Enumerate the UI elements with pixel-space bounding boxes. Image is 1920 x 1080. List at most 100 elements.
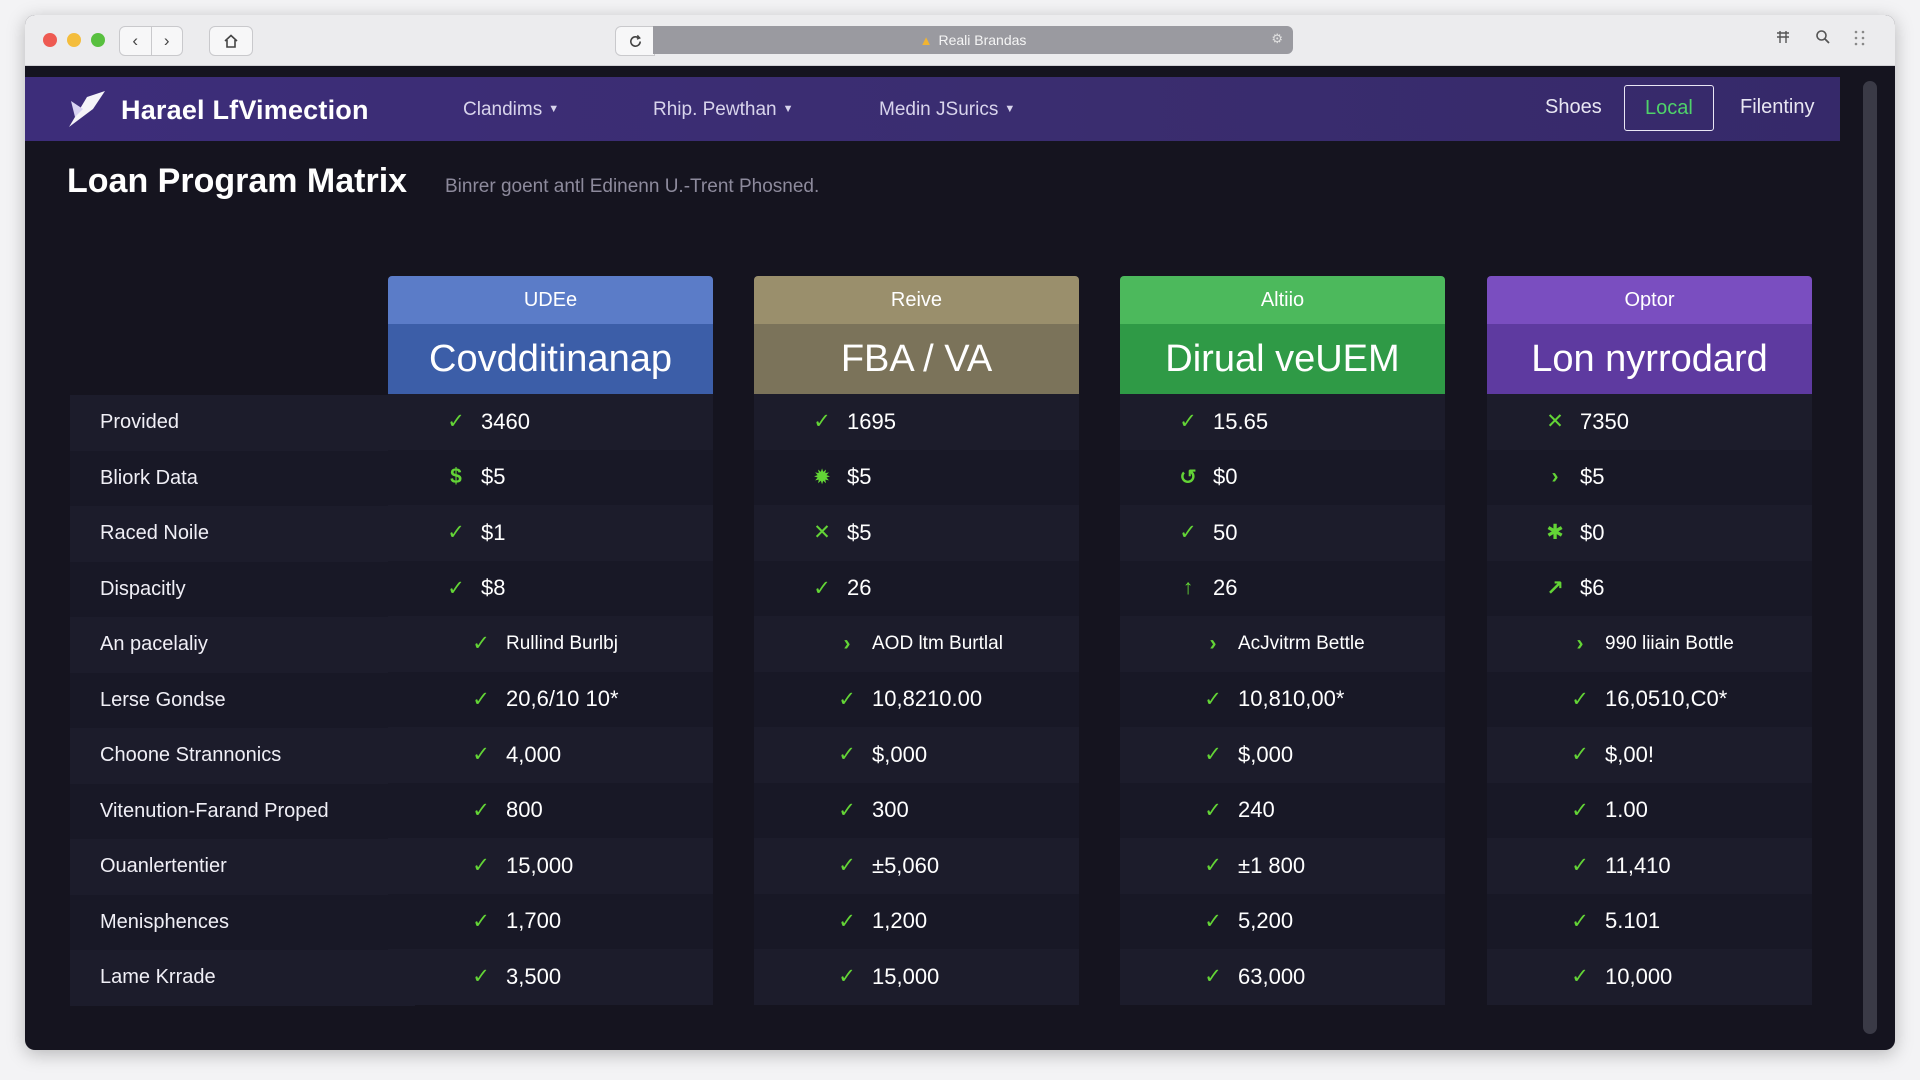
table-cell: ✓ 800	[388, 782, 713, 838]
scrollbar-thumb[interactable]	[1863, 81, 1877, 1034]
cell-value: AOD ltm Burtlal	[872, 632, 1003, 654]
check-icon: ✓	[1179, 410, 1197, 434]
nav-menu-1[interactable]: Clandims ▼	[463, 99, 559, 121]
home-icon[interactable]	[209, 26, 253, 56]
cell-value: 50	[1213, 519, 1238, 545]
row-label: Lerse Gondse	[70, 672, 415, 728]
table-cell: ↗ $6	[1487, 560, 1812, 616]
cell-value: 800	[506, 797, 543, 823]
check-icon: ✓	[447, 576, 465, 600]
table-cell: ✓ 15.65	[1120, 394, 1445, 450]
table-cell: ✓ 15,000	[754, 949, 1079, 1005]
site-navbar: Harael LfVimection Clandims ▼ Rhip. Pewth…	[25, 77, 1840, 141]
table-cell: ✕ 7350	[1487, 394, 1812, 450]
brand-name[interactable]: Harael LfVimection	[121, 95, 369, 126]
cell-value: $,00!	[1605, 741, 1654, 767]
forward-icon[interactable]: ›	[150, 27, 183, 55]
check-icon: ✓	[1571, 687, 1589, 711]
cell-value: $5	[847, 519, 872, 545]
table-cell: ✓ Rullind Burlbj	[388, 616, 713, 672]
cell-value: 7350	[1580, 408, 1629, 434]
check-icon: ✓	[813, 576, 831, 600]
plan-column-4: Optor Lon nyrrodard ✕ 7350 › $5 ✱ $0 ↗ $6 › 990 lii…	[1487, 276, 1812, 1005]
menu-dots-icon[interactable]	[1853, 29, 1867, 52]
url-text: Reali Brandas	[938, 32, 1027, 48]
table-cell: ✓ 300	[754, 782, 1079, 838]
bookmark-icon[interactable]	[1775, 29, 1791, 50]
table-cell: ✓ 4,000	[388, 727, 713, 783]
check-icon: ✓	[1204, 909, 1222, 933]
nav-menu-2[interactable]: Rhip. Pewthan ▼	[653, 99, 793, 121]
caret-down-icon: ▼	[1004, 103, 1016, 115]
plan-tier-label: UDEe	[388, 276, 713, 324]
back-icon[interactable]: ‹	[120, 27, 151, 55]
nav-menu-3-label: Medin JSurics	[879, 99, 999, 120]
table-cell: › AOD ltm Burtlal	[754, 616, 1079, 672]
chevron-icon: ›	[843, 631, 851, 655]
nav-link-local[interactable]: Local	[1624, 85, 1714, 131]
cell-value: 16,0510,C0*	[1605, 686, 1728, 712]
row-label: Lame Krrade	[70, 950, 415, 1006]
table-cell: ✓ 11,410	[1487, 838, 1812, 894]
table-cell: ↑ 26	[1120, 560, 1445, 616]
address-bar[interactable]: ▲ Reali Brandas ⚙	[653, 26, 1293, 54]
plan-cells: ✓ 15.65 ↺ $0 ✓ 50 ↑ 26 › AcJvitrm Bettle ✓ 10,810,0…	[1120, 394, 1445, 1005]
table-cell: ✓ 1,200	[754, 893, 1079, 949]
table-cell: ↺ $0	[1120, 449, 1445, 505]
cell-value: 3,500	[506, 963, 562, 989]
table-cell: ✓ 16,0510,C0*	[1487, 671, 1812, 727]
check-icon: ✓	[1204, 965, 1222, 989]
table-cell: ✓ 1695	[754, 394, 1079, 450]
cell-value: 26	[1213, 575, 1238, 601]
table-cell: ✓ 10,810,00*	[1120, 671, 1445, 727]
table-cell: › 990 liiain Bottle	[1487, 616, 1812, 672]
gear-icon: ✹	[813, 465, 831, 489]
maximize-window-button[interactable]	[91, 33, 105, 47]
table-cell: ✓ 1.00	[1487, 782, 1812, 838]
check-icon: ✓	[1204, 854, 1222, 878]
cell-value: 990 liiain Bottle	[1605, 632, 1734, 654]
row-label: Raced Noile	[70, 506, 415, 562]
nav-menu-3[interactable]: Medin JSurics ▼	[879, 99, 1015, 121]
cell-value: 3460	[481, 408, 530, 434]
caret-down-icon: ▼	[782, 103, 794, 115]
minimize-window-button[interactable]	[67, 33, 81, 47]
brand-logo-icon[interactable]	[65, 87, 111, 131]
check-icon: ✓	[1571, 854, 1589, 878]
check-icon: ✓	[1571, 909, 1589, 933]
plan-tier-label: Optor	[1487, 276, 1812, 324]
table-cell: ✕ $5	[754, 505, 1079, 561]
plan-name[interactable]: Lon nyrrodard	[1487, 324, 1812, 394]
dollar-icon: $	[450, 465, 462, 489]
check-icon: ✓	[472, 854, 490, 878]
close-window-button[interactable]	[43, 33, 57, 47]
table-cell: ✓ 63,000	[1120, 949, 1445, 1005]
nav-link-shoes[interactable]: Shoes	[1545, 96, 1602, 119]
reload-icon[interactable]	[615, 26, 655, 56]
plan-name[interactable]: Covdditinanap	[388, 324, 713, 394]
plan-cells: ✓ 3460 $ $5 ✓ $1 ✓ $8 ✓ Rullind Burlbj ✓ 20,6/10 10…	[388, 394, 713, 1005]
table-cell: ✓ 10,000	[1487, 949, 1812, 1005]
table-cell: ✓ 10,8210.00	[754, 671, 1079, 727]
cell-value: 11,410	[1605, 852, 1671, 878]
nav-link-filentiny[interactable]: Filentiny	[1740, 96, 1814, 119]
cell-value: 26	[847, 575, 872, 601]
refresh-icon: ↺	[1179, 465, 1197, 489]
cell-value: $,000	[1238, 741, 1294, 767]
extension-icon[interactable]: ⚙	[1271, 31, 1283, 47]
plan-name[interactable]: FBA / VA	[754, 324, 1079, 394]
cell-value: 5,200	[1238, 908, 1294, 934]
cell-value: 1,700	[506, 908, 562, 934]
plan-name[interactable]: Dirual veUEM	[1120, 324, 1445, 394]
cell-value: 10,810,00*	[1238, 686, 1345, 712]
row-label: Vitenution-Farand Proped	[70, 783, 415, 839]
table-cell: ✓ 3,500	[388, 949, 713, 1005]
check-icon: ✓	[1204, 687, 1222, 711]
warning-icon: ▲	[919, 32, 933, 48]
search-icon[interactable]	[1815, 29, 1831, 50]
cell-value: Rullind Burlbj	[506, 632, 618, 654]
row-label: Ouanlertentier	[70, 839, 415, 895]
cell-value: 63,000	[1238, 963, 1306, 989]
plan-tier-label: Altiio	[1120, 276, 1445, 324]
chevron-icon: ›	[1576, 631, 1584, 655]
